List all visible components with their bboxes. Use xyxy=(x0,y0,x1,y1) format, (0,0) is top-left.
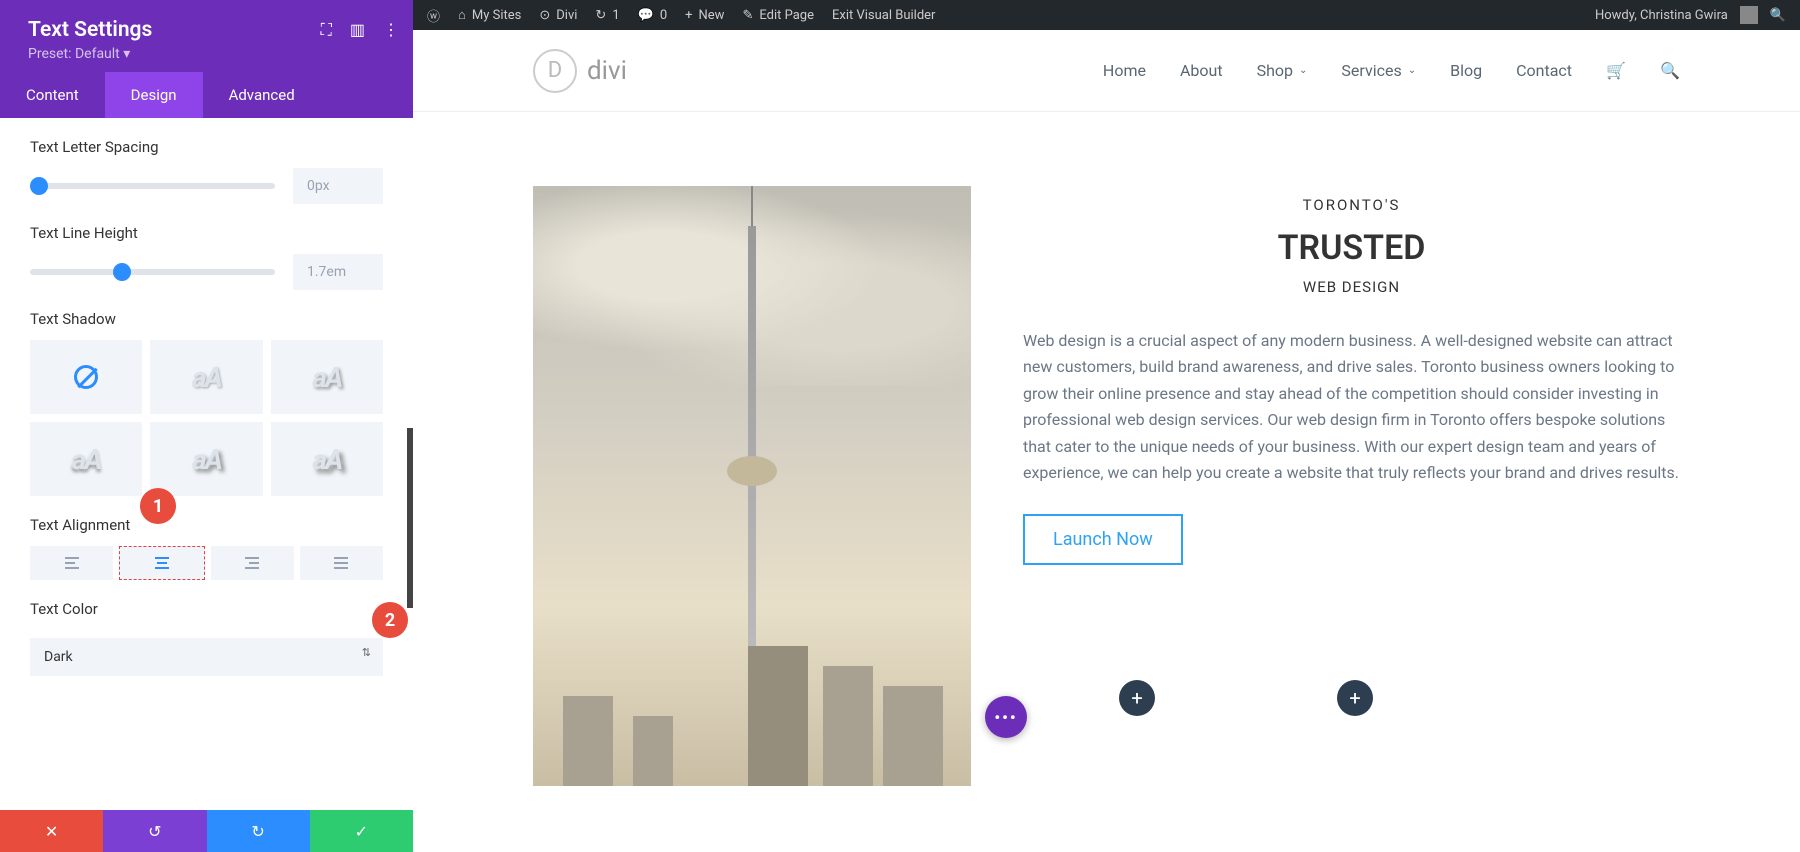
howdy-user[interactable]: Howdy, Christina Gwira xyxy=(1595,8,1728,23)
expand-icon[interactable]: ⛶ xyxy=(321,20,332,40)
nav-blog[interactable]: Blog xyxy=(1450,61,1482,80)
wp-logo-icon[interactable]: ⓦ xyxy=(427,6,440,25)
preset-selector[interactable]: Preset: Default ▾ xyxy=(28,46,385,62)
logo-icon: D xyxy=(533,49,577,93)
letter-spacing-slider[interactable] xyxy=(30,183,275,189)
exit-builder-link[interactable]: Exit Visual Builder xyxy=(832,8,935,23)
tab-content[interactable]: Content xyxy=(0,72,105,118)
shadow-none[interactable] xyxy=(30,340,142,414)
shadow-option-1[interactable]: aA xyxy=(150,340,262,414)
nav-home[interactable]: Home xyxy=(1103,61,1146,80)
cart-icon[interactable]: 🛒 xyxy=(1606,61,1626,81)
cta-button[interactable]: Launch Now xyxy=(1023,514,1183,565)
shadow-option-4[interactable]: aA xyxy=(150,422,262,496)
main-nav: Home About Shop ⌄ Services ⌄ Blog Contac… xyxy=(1103,61,1680,81)
label-text-alignment: Text Alignment xyxy=(30,516,383,534)
site-link[interactable]: ⊙ Divi xyxy=(539,8,577,23)
line-height-value[interactable] xyxy=(293,254,383,290)
my-sites-link[interactable]: ⌂ My Sites xyxy=(458,7,521,23)
nav-services[interactable]: Services ⌄ xyxy=(1341,61,1416,80)
responsive-icon[interactable]: ▥ xyxy=(350,20,365,40)
align-justify[interactable] xyxy=(300,546,383,580)
logo-text: divi xyxy=(587,56,627,86)
tab-design[interactable]: Design xyxy=(105,72,203,118)
shadow-option-2[interactable]: aA xyxy=(271,340,383,414)
add-module-button-1[interactable]: + xyxy=(1119,680,1155,716)
new-link[interactable]: + New xyxy=(685,8,724,23)
headline-text: TRUSTED xyxy=(1023,228,1680,268)
site-header: D divi Home About Shop ⌄ Services ⌄ Blog… xyxy=(413,30,1800,112)
search-icon[interactable]: 🔍 xyxy=(1770,8,1786,23)
settings-sidebar: Text Settings Preset: Default ▾ ⛶ ▥ ⋮ Co… xyxy=(0,0,413,852)
body-text: Web design is a crucial aspect of any mo… xyxy=(1023,328,1680,486)
line-height-slider[interactable] xyxy=(30,269,275,275)
align-left[interactable] xyxy=(30,546,113,580)
redo-button[interactable]: ↻ xyxy=(207,810,310,852)
page-content: TORONTO'S TRUSTED WEB DESIGN Web design … xyxy=(413,112,1800,786)
text-shadow-options: aA aA aA aA aA xyxy=(30,340,383,496)
add-module-button-2[interactable]: + xyxy=(1337,680,1373,716)
text-color-select[interactable]: Dark xyxy=(30,638,383,676)
updates-link[interactable]: ↻ 1 xyxy=(595,8,619,23)
more-icon[interactable]: ⋮ xyxy=(383,20,399,40)
label-letter-spacing: Text Letter Spacing xyxy=(30,138,383,156)
wp-admin-bar: ⓦ ⌂ My Sites ⊙ Divi ↻ 1 💬 0 + New ✎ Edit… xyxy=(413,0,1800,30)
chevron-down-icon: ⌄ xyxy=(1408,65,1416,76)
page-preview: D divi Home About Shop ⌄ Services ⌄ Blog… xyxy=(413,30,1800,852)
search-icon[interactable]: 🔍 xyxy=(1660,61,1680,81)
save-button[interactable]: ✓ xyxy=(310,810,413,852)
edit-page-link[interactable]: ✎ Edit Page xyxy=(742,8,814,23)
shadow-option-5[interactable]: aA xyxy=(271,422,383,496)
chevron-down-icon: ⌄ xyxy=(1299,65,1307,76)
align-center[interactable] xyxy=(119,546,204,580)
site-logo[interactable]: D divi xyxy=(533,49,627,93)
settings-tabs: Content Design Advanced xyxy=(0,72,413,118)
letter-spacing-value[interactable] xyxy=(293,168,383,204)
builder-fab[interactable]: ••• xyxy=(985,696,1027,738)
align-right[interactable] xyxy=(211,546,294,580)
sidebar-header: Text Settings Preset: Default ▾ ⛶ ▥ ⋮ xyxy=(0,0,413,72)
label-line-height: Text Line Height xyxy=(30,224,383,242)
nav-shop[interactable]: Shop ⌄ xyxy=(1257,61,1308,80)
user-avatar[interactable] xyxy=(1740,6,1758,24)
cancel-button[interactable]: ✕ xyxy=(0,810,103,852)
annotation-badge-2: 2 xyxy=(372,602,408,638)
label-text-color: Text Color xyxy=(30,600,383,618)
tab-advanced[interactable]: Advanced xyxy=(203,72,321,118)
select-arrow-icon: ⇅ xyxy=(362,646,371,659)
sidebar-actions: ✕ ↺ ↻ ✓ xyxy=(0,810,413,852)
nav-about[interactable]: About xyxy=(1180,61,1223,80)
eyebrow-text: TORONTO'S xyxy=(1023,196,1680,214)
text-alignment-options xyxy=(30,546,383,580)
settings-body: Text Letter Spacing Text Line Height Tex… xyxy=(0,118,413,810)
annotation-badge-1: 1 xyxy=(140,488,176,524)
nav-contact[interactable]: Contact xyxy=(1516,61,1572,80)
hero-image xyxy=(533,186,971,786)
shadow-option-3[interactable]: aA xyxy=(30,422,142,496)
undo-button[interactable]: ↺ xyxy=(103,810,206,852)
label-text-shadow: Text Shadow xyxy=(30,310,383,328)
subhead-text: WEB DESIGN xyxy=(1023,278,1680,296)
comments-link[interactable]: 💬 0 xyxy=(638,8,668,23)
